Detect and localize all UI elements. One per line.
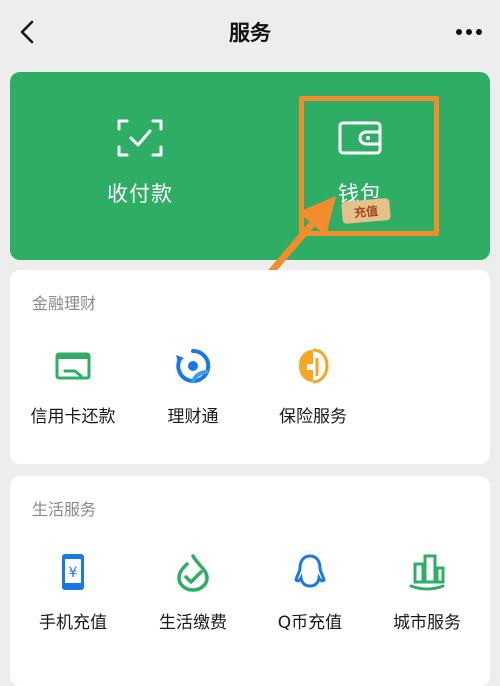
insurance-button[interactable]: 保险服务: [258, 346, 368, 427]
credit-card-repay-button[interactable]: 信用卡还款: [18, 346, 128, 427]
insurance-label: 保险服务: [279, 407, 347, 427]
wealth-button[interactable]: 理财通: [138, 346, 248, 427]
credit-card-repay-label: 信用卡还款: [30, 407, 116, 427]
phone-recharge-label: 手机充值: [39, 613, 107, 633]
wealth-label: 理财通: [167, 407, 219, 427]
page-title: 服务: [229, 21, 271, 45]
qq-coin-icon: [294, 554, 326, 588]
city-service-label: 城市服务: [393, 613, 461, 633]
insurance-icon: [299, 348, 329, 384]
utility-payment-icon: [177, 554, 209, 592]
qq-coin-button[interactable]: Q币充值: [255, 552, 365, 633]
finance-section-title: 金融理财: [32, 294, 97, 313]
life-section: 生活服务 ¥ 手机充值 生活缴费 Q币充值 城市服务: [10, 476, 490, 686]
wallet-icon: [338, 121, 382, 155]
back-arrow-icon[interactable]: [14, 18, 42, 46]
wealth-icon: [176, 348, 211, 383]
qq-coin-label: Q币充值: [277, 613, 343, 633]
nav-bar: 服务: [0, 0, 500, 64]
more-icon[interactable]: [454, 19, 484, 45]
phone-recharge-button[interactable]: ¥ 手机充值: [18, 552, 128, 633]
credit-card-icon: [55, 352, 91, 380]
receive-pay-label: 收付款: [107, 182, 173, 206]
svg-text:¥: ¥: [69, 565, 78, 581]
recharge-stamp: 充值: [341, 197, 391, 225]
phone-recharge-icon: ¥: [62, 554, 84, 590]
utility-payment-button[interactable]: 生活缴费: [138, 552, 248, 633]
receive-pay-button[interactable]: 收付款: [20, 72, 260, 260]
finance-section: 金融理财 信用卡还款 理财通 保险服务: [10, 270, 490, 464]
utility-payment-label: 生活缴费: [159, 613, 227, 633]
scan-check-icon: [117, 119, 163, 157]
city-service-button[interactable]: 城市服务: [372, 552, 482, 633]
wallet-button[interactable]: 钱包: [240, 72, 480, 260]
city-service-icon: [409, 554, 445, 591]
payment-card: 收付款 钱包: [10, 72, 490, 260]
life-section-title: 生活服务: [32, 500, 97, 519]
